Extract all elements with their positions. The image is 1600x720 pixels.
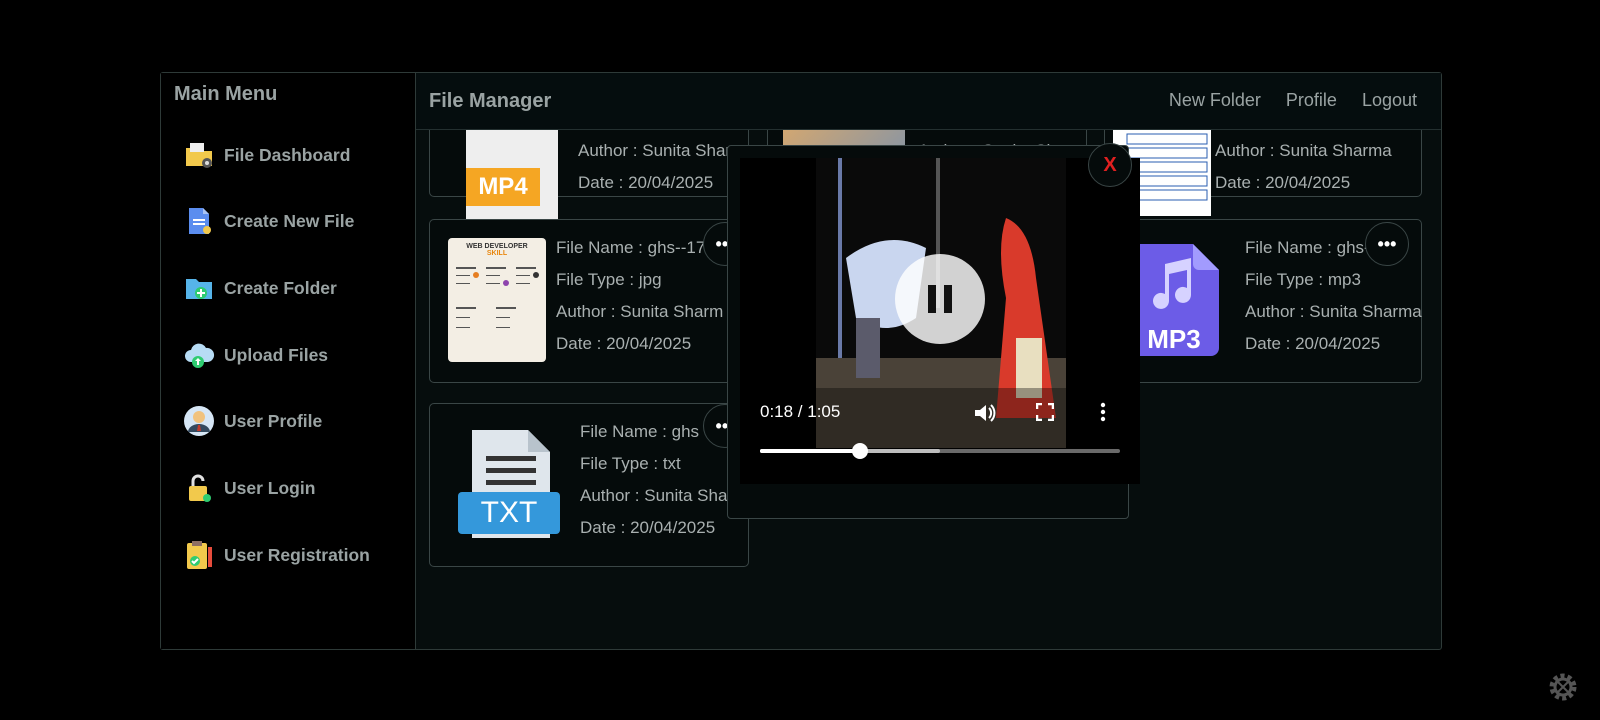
txt-label: TXT	[480, 496, 538, 529]
file-date: Date : 20/04/2025	[580, 518, 716, 537]
more-options-button[interactable]: •••	[1365, 222, 1409, 266]
file-card-txt[interactable]: TXT File Name : ghs File Type : txt Auth…	[429, 403, 749, 567]
nav-profile[interactable]: Profile	[1286, 90, 1337, 111]
clipboard-check-icon	[183, 539, 215, 571]
fullscreen-button[interactable]	[1035, 402, 1055, 426]
sidebar-item-create-folder[interactable]: Create Folder	[183, 268, 403, 308]
ellipsis-icon: •••	[1377, 233, 1397, 254]
sidebar-item-user-registration[interactable]: User Registration	[183, 535, 403, 575]
volume-icon	[975, 404, 996, 422]
header-bar: File Manager New Folder Profile Logout	[416, 73, 1441, 130]
file-type: File Type : txt	[580, 454, 681, 473]
sidebar-item-label: User Profile	[224, 410, 323, 431]
create-folder-icon	[183, 272, 215, 304]
thumb-title: WEB DEVELOPER	[466, 243, 528, 250]
sidebar-item-file-dashboard[interactable]: File Dashboard	[183, 135, 403, 175]
video-preview-modal: 0:18 / 1:05 X	[727, 143, 1140, 519]
sidebar-title: Main Menu	[174, 83, 278, 105]
header-nav: New Folder Profile Logout	[1169, 90, 1417, 111]
close-modal-button[interactable]: X	[1088, 143, 1132, 187]
file-author: Author : Sunita Sharm	[556, 302, 724, 321]
user-avatar-icon	[183, 405, 215, 437]
new-file-icon	[183, 205, 215, 237]
mp4-label: MP4	[466, 168, 540, 206]
gear-icon	[1549, 673, 1577, 701]
thumb-subtitle: SKILL	[486, 250, 508, 257]
video-more-options-button[interactable]	[1100, 402, 1106, 427]
file-card-mp3[interactable]: MP3 File Name : ghs--151 File Type : mp3…	[1104, 219, 1422, 383]
sidebar-item-label: File Dashboard	[224, 144, 351, 165]
jpg-file-thumbnail: WEB DEVELOPER SKILL	[448, 238, 546, 362]
video-time-display: 0:18 / 1:05	[760, 402, 841, 421]
mp3-file-thumbnail: MP3	[1129, 244, 1219, 356]
video-player[interactable]: 0:18 / 1:05	[740, 158, 1140, 484]
file-date: Date : 20/04/2025	[556, 334, 692, 353]
txt-file-thumbnail: TXT	[458, 430, 562, 538]
sidebar-item-upload-files[interactable]: Upload Files	[183, 335, 403, 375]
page-title: File Manager	[429, 90, 552, 112]
file-author: Author : Sunita Sharma	[1215, 141, 1392, 160]
sidebar-item-label: User Login	[224, 477, 316, 498]
mp4-file-thumbnail: MP4	[466, 116, 558, 228]
folder-gear-icon	[183, 139, 215, 171]
file-info: Author : Sunita Sharma Date : 20/04/2025	[1215, 135, 1392, 199]
file-info: File Name : ghs--17 File Type : jpg Auth…	[556, 232, 723, 360]
nav-new-folder[interactable]: New Folder	[1169, 90, 1261, 111]
settings-gear-button[interactable]	[1546, 670, 1580, 704]
sidebar-item-label: User Registration	[224, 544, 370, 565]
sidebar-item-create-new-file[interactable]: Create New File	[183, 201, 403, 241]
fullscreen-icon	[1035, 402, 1055, 422]
video-seek-bar[interactable]	[760, 443, 1120, 459]
cloud-upload-icon	[183, 339, 215, 371]
mp3-label: MP3	[1147, 324, 1201, 354]
sidebar: Main Menu File Dashboard Create New File…	[161, 73, 416, 649]
file-name: File Name : ghs--17	[556, 238, 706, 257]
sidebar-item-label: Create Folder	[224, 277, 337, 298]
vertical-dots-icon	[1100, 402, 1106, 422]
seek-played	[760, 449, 860, 453]
seek-handle[interactable]	[851, 443, 868, 459]
volume-button[interactable]	[974, 403, 996, 428]
file-card-jpg[interactable]: WEB DEVELOPER SKILL File Name : ghs--17 …	[429, 219, 749, 383]
file-date: Date : 20/04/2025	[1215, 173, 1351, 192]
nav-logout[interactable]: Logout	[1362, 90, 1417, 111]
sidebar-item-label: Upload Files	[224, 344, 329, 365]
file-author: Author : Sunita Sharma	[1245, 302, 1422, 321]
pause-button[interactable]	[895, 254, 985, 344]
file-type: File Type : jpg	[556, 270, 662, 289]
file-author: Author : Sunita Sha	[580, 486, 728, 505]
sidebar-item-user-login[interactable]: User Login	[183, 468, 403, 508]
sidebar-item-label: Create New File	[224, 210, 355, 231]
pause-icon	[928, 285, 952, 313]
file-date: Date : 20/04/2025	[1245, 334, 1381, 353]
file-type: File Type : mp3	[1245, 270, 1361, 289]
padlock-icon	[183, 472, 215, 504]
sidebar-item-user-profile[interactable]: User Profile	[183, 401, 403, 441]
